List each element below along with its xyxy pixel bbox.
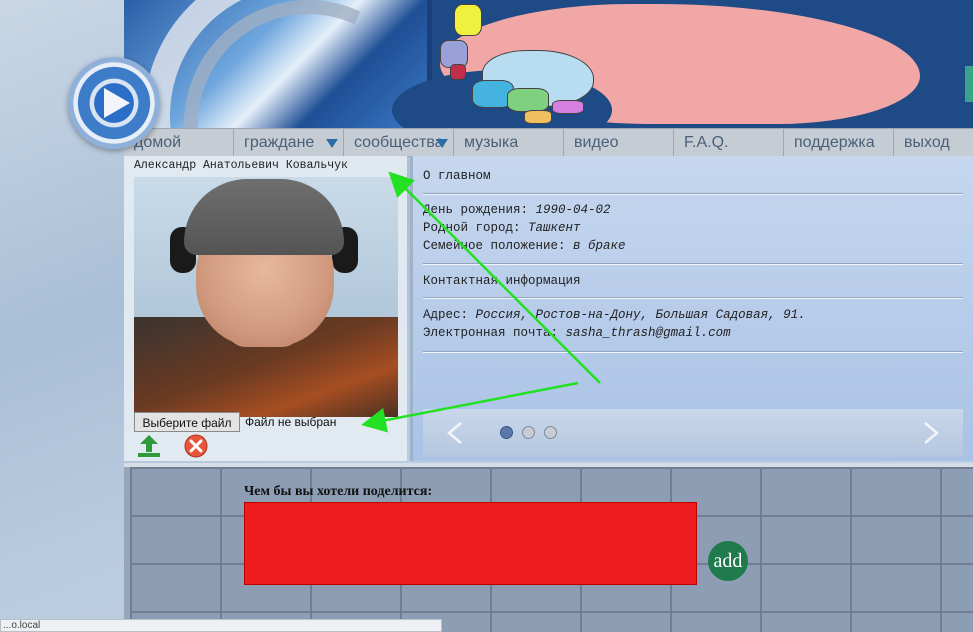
photo-slider	[423, 409, 963, 457]
profile-photo	[134, 177, 398, 417]
slider-next-icon[interactable]	[915, 419, 943, 447]
cancel-icon[interactable]	[184, 434, 208, 458]
profile-panel: Александр Анатольевич Ковальчук Выберите…	[124, 156, 407, 461]
about-panel: О главном День рождения: 1990-04-02 Родн…	[410, 156, 973, 461]
choose-file-button[interactable]: Выберите файл	[134, 412, 240, 432]
post-textarea[interactable]	[244, 502, 697, 585]
nav-item-logout[interactable]: выход	[894, 129, 973, 156]
hometown-row: Родной город: Ташкент	[423, 221, 581, 235]
profile-name: Александр Анатольевич Ковальчук	[134, 159, 348, 172]
chevron-down-icon[interactable]	[436, 139, 448, 148]
slider-dot[interactable]	[500, 426, 513, 439]
banner-architecture-image	[124, 0, 500, 128]
nav-item-communities[interactable]: сообщества	[344, 129, 454, 156]
birthday-row: День рождения: 1990-04-02	[423, 203, 611, 217]
nav-item-music[interactable]: музыка	[454, 129, 564, 156]
file-status-text: Файл не выбран	[245, 415, 337, 429]
nav-item-video[interactable]: видео	[564, 129, 674, 156]
status-bar: ...o.local	[0, 619, 442, 632]
nav-item-support[interactable]: поддержка	[784, 129, 894, 156]
nav-item-citizens[interactable]: граждане	[234, 129, 344, 156]
contacts-title: Контактная информация	[423, 274, 581, 288]
marital-row: Семейное положение: в браке	[423, 239, 626, 253]
banner-map-image	[392, 0, 973, 128]
upload-icon[interactable]	[136, 434, 162, 458]
email-row: Электронная почта: sasha_thrash@gmail.co…	[423, 326, 731, 340]
slider-dot[interactable]	[544, 426, 557, 439]
nav-item-faq[interactable]: F.A.Q.	[674, 129, 784, 156]
main-nav: домой граждане сообщества музыка видео F…	[124, 128, 973, 157]
address-row: Адрес: Россия, Ростов-на-Дону, Большая С…	[423, 308, 806, 322]
play-icon	[104, 88, 130, 118]
play-logo-button[interactable]	[68, 57, 160, 149]
add-button[interactable]: add	[708, 541, 748, 581]
chevron-down-icon[interactable]	[326, 139, 338, 148]
slider-prev-icon[interactable]	[443, 419, 471, 447]
post-label: Чем бы вы хотели поделится:	[244, 484, 433, 499]
slider-dot[interactable]	[522, 426, 535, 439]
about-title: О главном	[423, 169, 491, 183]
post-panel: Чем бы вы хотели поделится: add	[124, 463, 973, 632]
header-banner	[124, 0, 973, 128]
